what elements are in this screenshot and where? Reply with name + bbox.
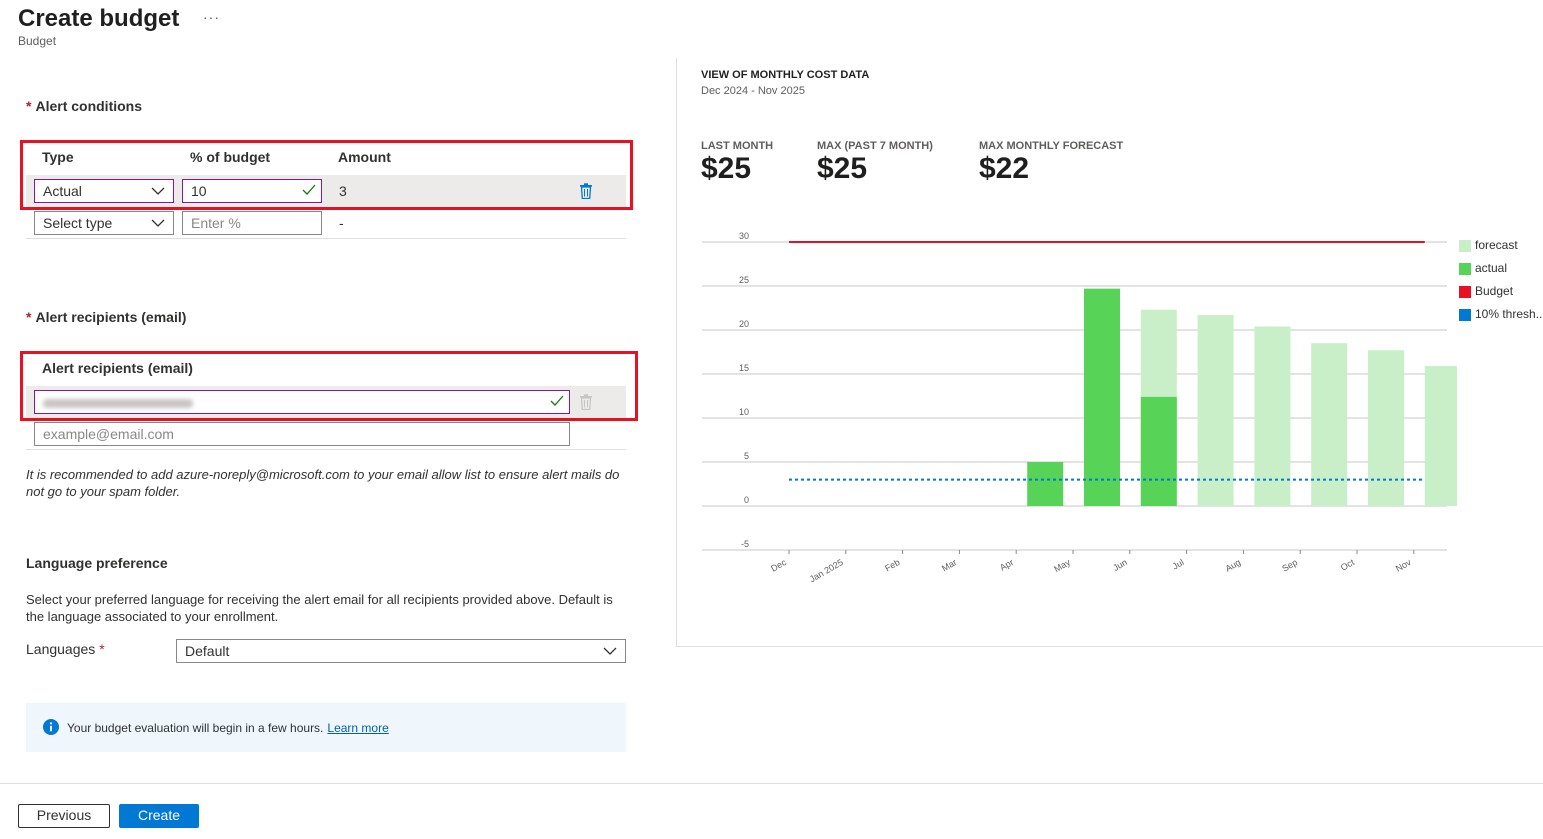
- kpi-label-max-past: MAX (PAST 7 MONTH): [817, 140, 933, 152]
- page-subtitle: Budget: [18, 34, 57, 48]
- y-tick-label: 25: [739, 275, 749, 285]
- alert-recipients-label: Alert recipients (email): [35, 309, 187, 325]
- x-tick-label: Jul: [1171, 557, 1186, 571]
- alert-recipients-heading: * Alert recipients (email): [26, 309, 186, 325]
- x-tick-label: Dec: [769, 557, 788, 574]
- required-mark: *: [26, 309, 32, 325]
- cost-chart-panel: VIEW OF MONTHLY COST DATA Dec 2024 - Nov…: [676, 58, 1543, 647]
- alert-conditions-label: Alert conditions: [35, 98, 143, 114]
- forecast-bar: [1197, 315, 1234, 506]
- learn-more-link[interactable]: Learn more: [327, 721, 388, 735]
- languages-dropdown-value: Default: [185, 643, 230, 659]
- percent-input-value: 10: [191, 183, 207, 199]
- legend-label-forecast: forecast: [1475, 238, 1518, 252]
- amount-value: 3: [339, 183, 347, 199]
- col-percent-header: % of budget: [190, 149, 271, 165]
- forecast-bar: [1424, 366, 1457, 506]
- legend-swatch-budget: [1459, 286, 1471, 298]
- monthly-cost-chart: 30 25 20 15 10 5 0 -5 Dec Jan 2025 Feb Mar Apr May Jun…: [702, 231, 1457, 584]
- kpi-label-last-month: LAST MONTH: [701, 140, 774, 152]
- info-message: Your budget evaluation will begin in a f…: [67, 721, 389, 735]
- col-amount-header: Amount: [338, 149, 391, 165]
- kpi-label-max-forecast: MAX MONTHLY FORECAST: [979, 140, 1124, 152]
- legend-label-actual: actual: [1475, 261, 1508, 275]
- new-percent-input[interactable]: Enter %: [182, 211, 322, 235]
- x-tick-label: Jan 2025: [808, 557, 845, 584]
- chevron-down-icon: [151, 187, 165, 195]
- recipients-col-header: Alert recipients (email): [42, 360, 193, 376]
- recipient-email-redacted: [43, 399, 193, 408]
- actual-bar: [1027, 462, 1064, 506]
- forecast-bar: [1368, 350, 1404, 506]
- recipient-email-input[interactable]: [34, 390, 570, 414]
- kpi-value-last-month: $25: [701, 152, 752, 185]
- new-recipient-placeholder: example@email.com: [43, 426, 174, 442]
- kpi-value-max-forecast: $22: [979, 152, 1030, 185]
- languages-label: Languages *: [26, 641, 105, 657]
- kpi-value-max-past: $25: [817, 152, 868, 185]
- page-title: Create budget: [18, 5, 180, 32]
- language-description: Select your preferred language for recei…: [26, 592, 613, 624]
- x-tick-label: Aug: [1224, 557, 1243, 574]
- legend-swatch-actual: [1459, 263, 1471, 275]
- forecast-bar: [1311, 343, 1348, 506]
- y-tick-label: 30: [739, 231, 749, 241]
- check-icon: [302, 184, 316, 195]
- percent-input[interactable]: 10: [182, 179, 322, 203]
- new-recipient-email-input[interactable]: example@email.com: [34, 422, 570, 446]
- x-tick-label: Sep: [1280, 557, 1299, 574]
- chevron-down-icon: [603, 647, 617, 655]
- row-divider: [26, 238, 626, 239]
- x-tick-label: Mar: [940, 557, 958, 573]
- required-mark: *: [26, 98, 32, 114]
- delete-trash-icon[interactable]: [579, 394, 593, 410]
- x-tick-label: Feb: [883, 557, 901, 573]
- languages-dropdown[interactable]: Default: [176, 639, 626, 663]
- y-tick-label: 10: [739, 407, 749, 417]
- chart-title: VIEW OF MONTHLY COST DATA: [701, 69, 870, 81]
- x-tick-label: May: [1052, 557, 1072, 574]
- required-mark: *: [99, 641, 105, 657]
- y-tick-label: 5: [744, 451, 749, 461]
- check-icon: [550, 395, 564, 406]
- y-tick-label: -5: [741, 539, 749, 549]
- col-type-header: Type: [42, 149, 74, 165]
- footer-divider: [0, 783, 1543, 784]
- new-type-dropdown[interactable]: Select type: [34, 211, 174, 235]
- chart-date-range: Dec 2024 - Nov 2025: [701, 85, 805, 97]
- y-tick-label: 0: [744, 495, 749, 505]
- new-type-placeholder: Select type: [43, 215, 113, 231]
- x-tick-label: Nov: [1394, 557, 1413, 574]
- x-tick-label: Oct: [1339, 557, 1357, 573]
- language-heading: Language preference: [26, 555, 168, 571]
- delete-trash-icon[interactable]: [579, 183, 593, 199]
- actual-bar: [1084, 288, 1120, 506]
- legend-label-budget: Budget: [1475, 284, 1514, 298]
- type-dropdown[interactable]: Actual: [34, 179, 174, 203]
- more-options-button[interactable]: ···: [203, 9, 220, 25]
- create-button[interactable]: Create: [119, 804, 199, 828]
- type-dropdown-value: Actual: [43, 183, 82, 199]
- new-percent-placeholder: Enter %: [191, 215, 241, 231]
- y-tick-label: 20: [739, 319, 749, 329]
- legend-label-threshold: 10% thresh...: [1475, 307, 1543, 321]
- languages-label-text: Languages: [26, 641, 96, 657]
- y-tick-label: 15: [739, 363, 749, 373]
- x-tick-label: Apr: [998, 557, 1015, 573]
- x-tick-label: Jun: [1111, 557, 1129, 573]
- legend-swatch-threshold: [1459, 309, 1471, 321]
- alert-conditions-heading: * Alert conditions: [26, 98, 142, 114]
- legend-swatch-forecast: [1459, 240, 1471, 252]
- row-divider: [26, 449, 626, 450]
- previous-button[interactable]: Previous: [18, 804, 110, 828]
- chevron-down-icon: [151, 219, 165, 227]
- allowlist-note: It is recommended to add azure-noreply@m…: [26, 467, 620, 499]
- actual-bar: [1140, 396, 1177, 506]
- info-icon: [43, 719, 59, 735]
- info-message-bar: Your budget evaluation will begin in a f…: [26, 703, 626, 752]
- info-message-text: Your budget evaluation will begin in a f…: [67, 721, 324, 735]
- new-amount-value: -: [339, 215, 344, 231]
